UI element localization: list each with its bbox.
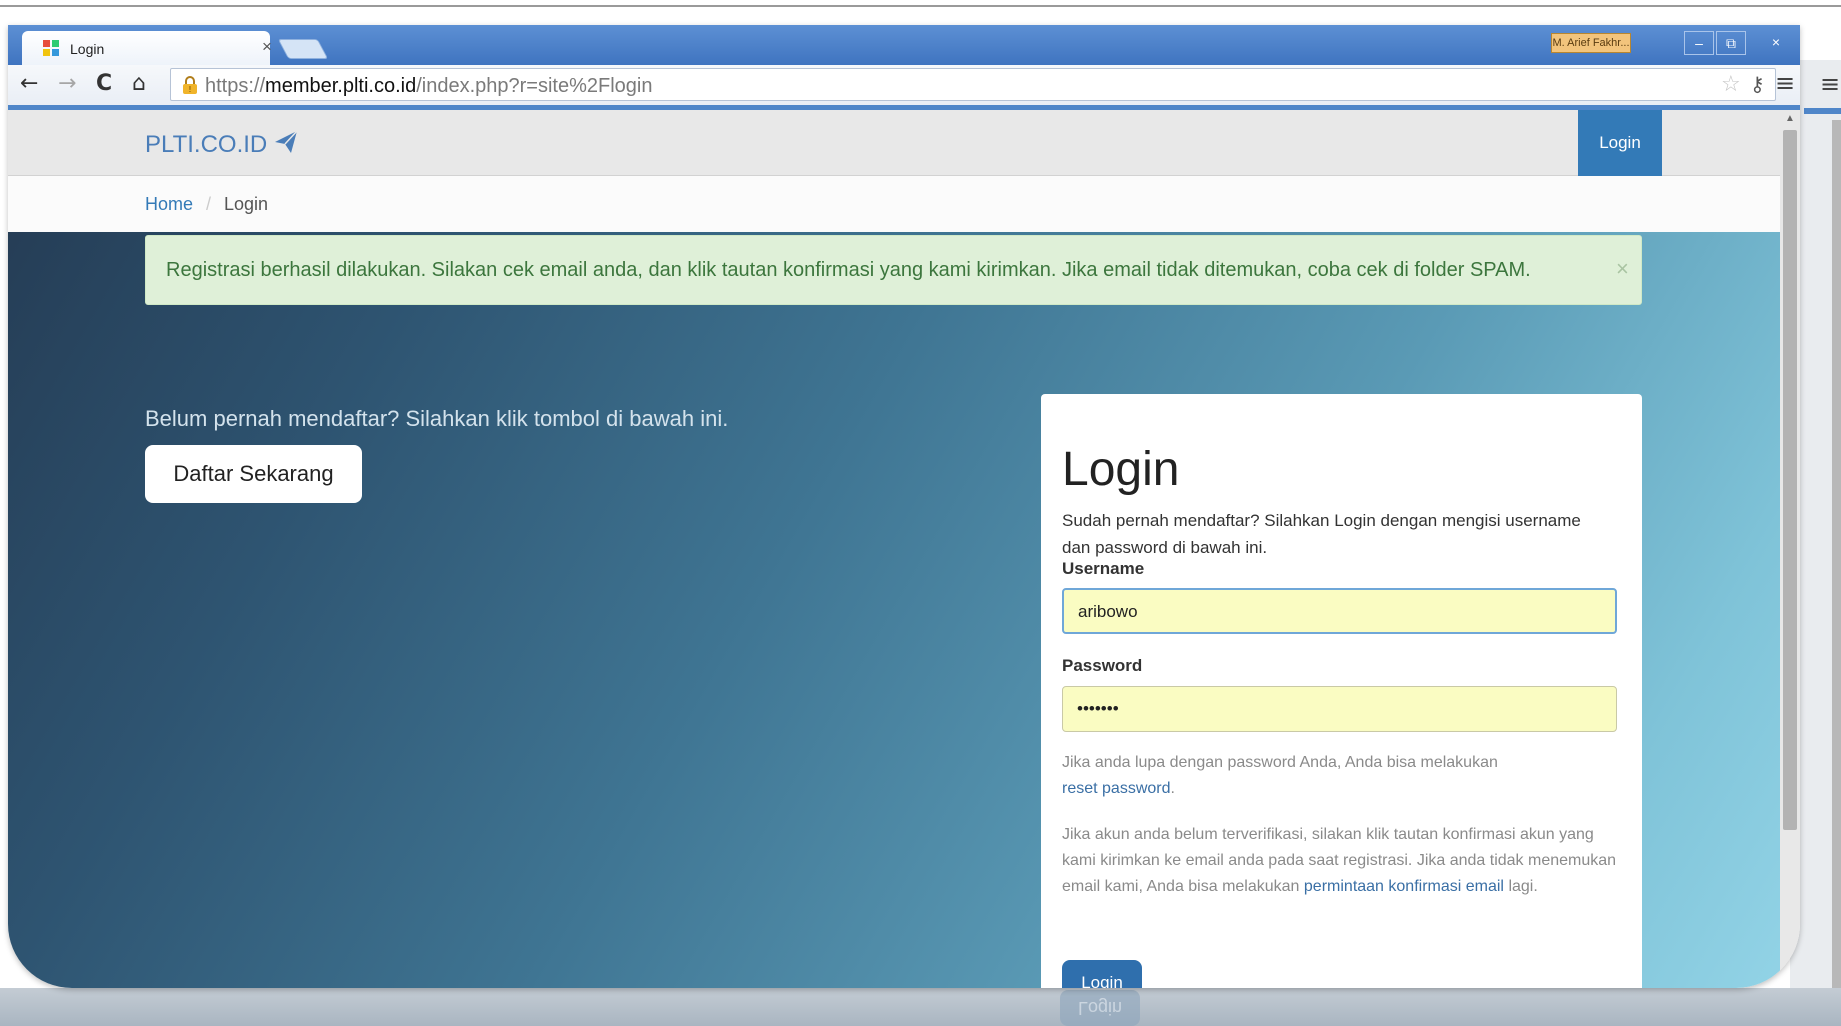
password-field[interactable]: •••••••: [1062, 686, 1617, 732]
new-tab-button[interactable]: [277, 39, 329, 59]
background-scrollbar: [1832, 120, 1841, 1000]
breadcrumb-separator: /: [206, 194, 212, 214]
nav-login-link[interactable]: Login: [1578, 110, 1662, 176]
username-label: Username: [1062, 559, 1145, 578]
tab-close-icon[interactable]: ×: [262, 37, 272, 57]
alert-close-icon[interactable]: ×: [1616, 256, 1629, 282]
breadcrumb: Home / Login: [8, 176, 1780, 232]
site-favicon-icon: [43, 40, 59, 56]
browser-tab-login[interactable]: Login ×: [22, 31, 272, 65]
url-domain: member.plti.co.id: [265, 75, 417, 97]
close-window-button[interactable]: ×: [1754, 31, 1798, 55]
menu-icon[interactable]: ≡: [1775, 69, 1795, 97]
scrollbar-thumb[interactable]: [1783, 130, 1797, 830]
browser-window: Login × M. Arief Fakhr... – ⧉ × ← → C ⌂ …: [8, 25, 1800, 988]
forward-arrow-icon[interactable]: →: [58, 71, 76, 96]
brand-logo[interactable]: PLTI.CO.ID: [145, 130, 298, 159]
browser-toolbar: ← → C ⌂ ! https://member.plti.co.id/inde…: [8, 65, 1800, 105]
breadcrumb-home-link[interactable]: Home: [145, 194, 193, 215]
home-icon[interactable]: ⌂: [132, 71, 146, 96]
reload-icon[interactable]: C: [96, 71, 112, 96]
forgot-end: .: [1170, 780, 1175, 797]
breadcrumb-current: Login: [224, 194, 269, 214]
login-title: Login: [1062, 443, 1180, 496]
minimize-button[interactable]: –: [1684, 31, 1714, 55]
password-label: Password: [1062, 656, 1143, 675]
reflection-band: [0, 988, 1841, 1026]
url-text: https://member.plti.co.id/index.php?r=si…: [205, 75, 652, 98]
verify-account-text: Jika akun anda belum terverifikasi, sila…: [1062, 822, 1622, 900]
page-viewport: PLTI.CO.ID Login Home / Login Registrasi…: [8, 110, 1780, 988]
maximize-button[interactable]: ⧉: [1716, 31, 1746, 55]
login-intro: Sudah pernah mendaftar? Silahkan Login d…: [1062, 511, 1581, 557]
forgot-text: Jika anda lupa dengan password Anda, And…: [1062, 754, 1498, 771]
page-scrollbar[interactable]: ▲: [1780, 110, 1800, 988]
register-button[interactable]: Daftar Sekarang: [145, 445, 362, 503]
url-path: /index.php?r=site%2Flogin: [416, 75, 653, 97]
screenshot-stage: ≡ Login Login × M. Arief Fakhr... – ⧉ ×: [0, 0, 1841, 1026]
success-alert: Registrasi berhasil dilakukan. Silakan c…: [145, 235, 1642, 305]
reset-password-link[interactable]: reset password: [1062, 780, 1171, 797]
accent-stripe: [1804, 108, 1841, 114]
verify-end: lagi.: [1508, 878, 1538, 895]
username-field[interactable]: aribowo: [1062, 588, 1617, 634]
confirm-email-link[interactable]: permintaan konfirmasi email: [1304, 878, 1504, 895]
menu-icon: ≡: [1820, 70, 1841, 98]
address-bar[interactable]: ! https://member.plti.co.id/index.php?r=…: [170, 68, 1776, 101]
tab-strip: Login × M. Arief Fakhr... – ⧉ ×: [8, 25, 1800, 65]
forgot-password-text: Jika anda lupa dengan password Anda, And…: [1062, 750, 1622, 802]
paper-plane-icon: [275, 130, 298, 153]
scroll-up-icon[interactable]: ▲: [1785, 113, 1795, 124]
login-submit-button[interactable]: Login: [1062, 960, 1142, 988]
star-icon[interactable]: ☆: [1721, 72, 1741, 97]
alert-message: Registrasi berhasil dilakukan. Silakan c…: [166, 259, 1531, 281]
svg-text:!: !: [188, 85, 191, 94]
top-divider: [0, 5, 1841, 7]
button-reflection: Login: [1060, 990, 1140, 1026]
brand-text: PLTI.CO.ID: [145, 131, 268, 158]
register-prompt: Belum pernah mendaftar? Silahkan klik to…: [145, 406, 729, 431]
back-arrow-icon[interactable]: ←: [20, 71, 38, 96]
login-card: Login Sudah pernah mendaftar? Silahkan L…: [1041, 394, 1642, 988]
key-icon[interactable]: ⚷: [1750, 72, 1765, 96]
site-navbar: PLTI.CO.ID Login: [8, 110, 1780, 176]
tab-title: Login: [70, 41, 105, 57]
profile-badge[interactable]: M. Arief Fakhr...: [1551, 33, 1631, 53]
lock-icon: !: [183, 76, 197, 94]
url-scheme: https://: [205, 75, 266, 97]
